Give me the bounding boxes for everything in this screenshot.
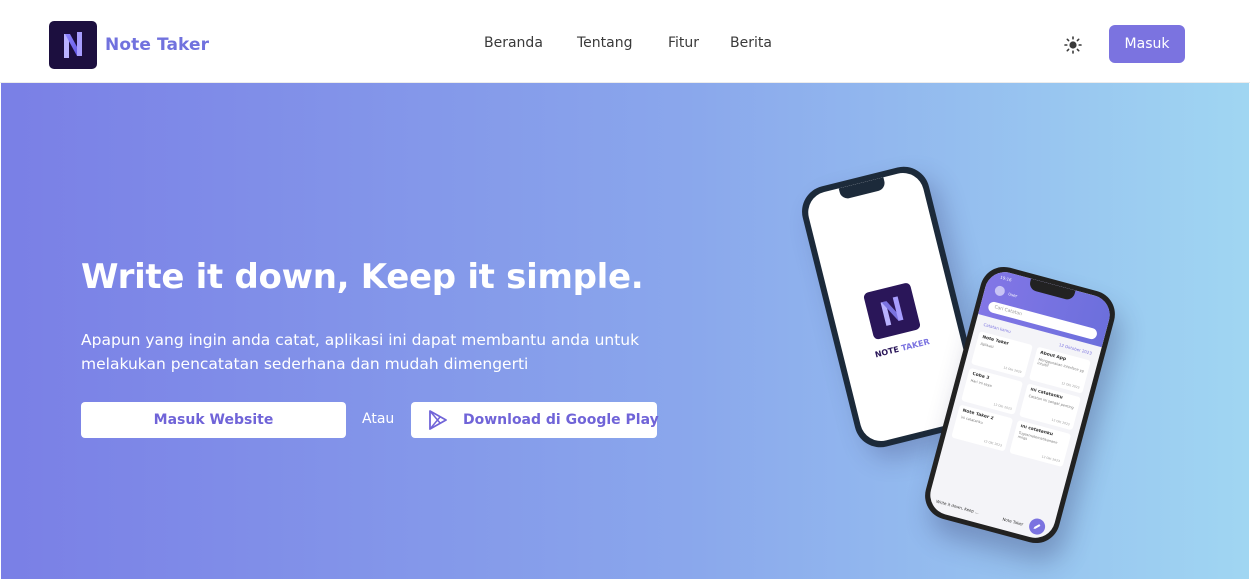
google-play-icon [429,410,447,430]
nav-link-beranda[interactable]: Beranda [484,35,543,51]
open-website-button[interactable]: Masuk Website [81,402,346,438]
google-play-label: Download di Google Play [463,412,659,428]
hero-section: Write it down, Keep it simple. Apapun ya… [1,83,1249,579]
app-logo-icon [862,282,922,341]
pencil-icon [1027,516,1047,537]
sun-icon[interactable] [1062,34,1084,56]
phone-mockup-image: NOTE TAKER 19:16 User Cari Catatan Catat… [796,153,1141,549]
splash-app-name: NOTE TAKER [873,337,931,360]
hero-title: Write it down, Keep it simple. [81,257,644,297]
nav-link-tentang[interactable]: Tentang [577,35,633,51]
hero-description: Apapun yang ingin anda catat, aplikasi i… [81,331,640,373]
login-button[interactable]: Masuk [1109,25,1185,63]
navbar: Note Taker Beranda Tentang Fitur Berita … [0,0,1250,83]
or-separator: Atau [362,411,395,427]
google-play-download-button[interactable]: Download di Google Play [411,402,659,438]
nav-link-fitur[interactable]: Fitur [668,35,699,51]
nav-link-berita[interactable]: Berita [730,35,772,51]
